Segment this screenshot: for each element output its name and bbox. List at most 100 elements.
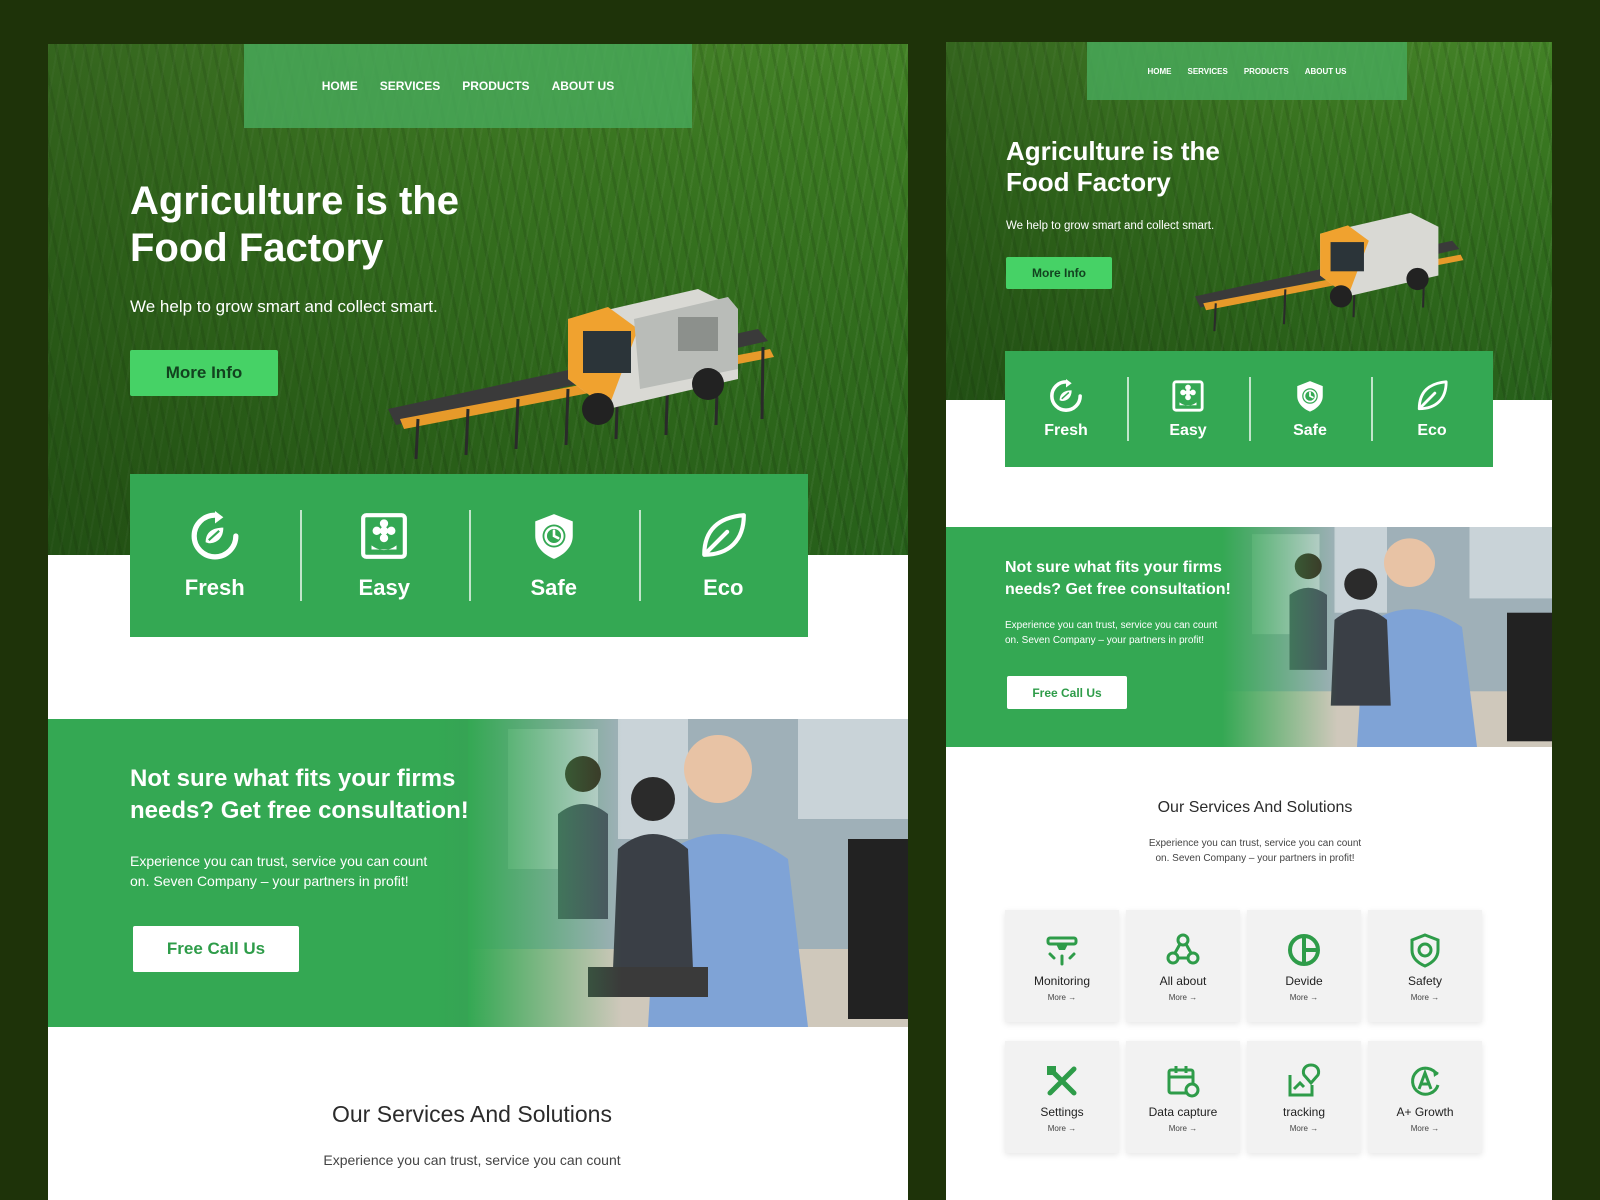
card-label: Safety: [1407, 974, 1443, 988]
service-card-monitoring[interactable]: Monitoring More →: [1005, 910, 1119, 1022]
nav-products[interactable]: PRODUCTS: [1244, 67, 1289, 76]
hero-title: Agriculture is the Food Factory: [130, 178, 459, 272]
card-more-link[interactable]: More →: [1169, 993, 1197, 1002]
feature-safe[interactable]: Safe: [1249, 351, 1371, 467]
service-card-safety[interactable]: Safety More →: [1368, 910, 1482, 1022]
feature-label: Easy: [1169, 421, 1207, 439]
card-more-link[interactable]: More →: [1290, 993, 1318, 1002]
service-card-all-about[interactable]: All about More →: [1126, 910, 1240, 1022]
feature-bar: Fresh Easy Safe Eco: [1005, 351, 1493, 467]
monitoring-icon: [1046, 936, 1078, 966]
hero-title: Agriculture is the Food Factory: [1006, 136, 1220, 197]
nav-home[interactable]: HOME: [1148, 67, 1172, 76]
leaf-icon: [1415, 379, 1449, 413]
card-more-link[interactable]: More →: [1048, 993, 1076, 1002]
flower-box-icon: [1171, 379, 1205, 413]
consultation-title-line2: needs? Get free consultation!: [1005, 580, 1231, 598]
feature-label: Fresh: [1044, 421, 1088, 439]
card-label: A+ Growth: [1396, 1105, 1454, 1119]
tractor-image: [388, 289, 774, 460]
card-more-link[interactable]: More →: [1411, 1124, 1439, 1133]
shield-clock-icon: [529, 511, 579, 561]
nav-home[interactable]: HOME: [322, 79, 358, 93]
hero-title-line1: Agriculture is the: [130, 179, 459, 223]
feature-fresh[interactable]: Fresh: [130, 474, 300, 637]
pie-chart-icon: [1288, 934, 1320, 966]
service-card-settings[interactable]: Settings More →: [1005, 1041, 1119, 1153]
card-label: Settings: [1040, 1105, 1084, 1119]
card-label: All about: [1159, 974, 1207, 988]
consultation-section: Not sure what fits your firms needs? Get…: [48, 719, 908, 1027]
card-more-link[interactable]: More →: [1411, 993, 1439, 1002]
consultation-text-line2: on. Seven Company – your partners in pro…: [130, 873, 409, 890]
feature-safe[interactable]: Safe: [469, 474, 639, 637]
services-text-line1: Experience you can trust, service you ca…: [1148, 838, 1362, 849]
consultation-title-line1: Not sure what fits your firms: [130, 765, 456, 792]
card-label: Monitoring: [1033, 974, 1091, 988]
hero-title-line1: Agriculture is the: [1006, 136, 1220, 166]
feature-label: Safe: [530, 574, 577, 600]
consultation-title-line2: needs? Get free consultation!: [130, 797, 469, 825]
feature-eco[interactable]: Eco: [638, 474, 809, 637]
calendar-refresh-icon: [1167, 1066, 1200, 1098]
consultation-title: Not sure what fits your firms needs? Get…: [1005, 557, 1231, 600]
free-call-button[interactable]: Free Call Us: [133, 926, 299, 972]
consultation-text-line2: on. Seven Company – your partners in pro…: [1005, 634, 1204, 646]
feature-fresh[interactable]: Fresh: [1005, 351, 1127, 467]
feature-label: Easy: [358, 574, 410, 600]
nav-about-us[interactable]: ABOUT US: [552, 79, 615, 93]
grade-growth-icon: [1411, 1066, 1440, 1096]
feature-label: Fresh: [184, 574, 245, 600]
recycle-leaf-icon: [190, 511, 240, 561]
recycle-leaf-icon: [1049, 379, 1083, 413]
leaf-icon: [698, 511, 748, 561]
consultation-text: Experience you can trust, service you ca…: [1005, 619, 1217, 648]
tablet-mockup: HOME SERVICES PRODUCTS ABOUT US Agricult…: [946, 42, 1552, 1200]
feature-bar: Fresh Easy Safe Eco: [130, 474, 808, 637]
shield-icon: [1410, 933, 1440, 968]
location-map-icon: [1288, 1063, 1321, 1097]
network-icon: [1166, 933, 1200, 965]
hero-subtitle: We help to grow smart and collect smart.: [130, 297, 438, 316]
services-text-line2: on. Seven Company – your partners in pro…: [1155, 852, 1355, 864]
card-more-link[interactable]: More →: [1048, 1124, 1076, 1133]
tools-icon: [1047, 1066, 1077, 1096]
service-card-data-capture[interactable]: Data capture More →: [1126, 1041, 1240, 1153]
nav-services[interactable]: SERVICES: [1188, 67, 1228, 76]
feature-eco[interactable]: Eco: [1371, 351, 1493, 467]
hero-title-line2: Food Factory: [130, 226, 384, 271]
feature-label: Safe: [1293, 421, 1327, 439]
feature-label: Eco: [1417, 421, 1447, 439]
card-more-link[interactable]: More →: [1290, 1124, 1318, 1133]
nav-services[interactable]: SERVICES: [380, 79, 440, 93]
consultation-title: Not sure what fits your firms needs? Get…: [130, 763, 469, 828]
call-center-image: [1222, 527, 1552, 747]
feature-label: Eco: [703, 574, 744, 600]
service-card-tracking[interactable]: tracking More →: [1247, 1041, 1361, 1153]
services-title: Our Services And Solutions: [1157, 799, 1353, 816]
more-info-button[interactable]: More Info: [1006, 257, 1112, 289]
hero-subtitle: We help to grow smart and collect smart.: [1006, 220, 1215, 232]
flower-box-icon: [359, 511, 409, 561]
consultation-text-line1: Experience you can trust, service you ca…: [1005, 620, 1218, 631]
services-title: Our Services And Solutions: [332, 1101, 612, 1127]
more-info-button[interactable]: More Info: [130, 350, 278, 396]
nav-about-us[interactable]: ABOUT US: [1305, 67, 1347, 76]
nav-products[interactable]: PRODUCTS: [462, 79, 529, 93]
consultation-text-line1: Experience you can trust, service you ca…: [130, 853, 428, 869]
top-nav: HOME SERVICES PRODUCTS ABOUT US: [244, 44, 692, 128]
consultation-title-line1: Not sure what fits your firms: [1005, 559, 1222, 576]
top-nav: HOME SERVICES PRODUCTS ABOUT US: [1087, 42, 1407, 100]
services-text: Experience you can trust, service you ca…: [323, 1152, 621, 1168]
feature-easy[interactable]: Easy: [1127, 351, 1249, 467]
free-call-button[interactable]: Free Call Us: [1007, 676, 1127, 709]
consultation-text: Experience you can trust, service you ca…: [130, 851, 427, 892]
card-more-link[interactable]: More →: [1169, 1124, 1197, 1133]
card-label: tracking: [1282, 1105, 1326, 1119]
feature-easy[interactable]: Easy: [299, 474, 470, 637]
services-text: Experience you can trust, service you ca…: [946, 837, 1552, 866]
desktop-mockup: HOME SERVICES PRODUCTS ABOUT US Agricult…: [48, 44, 908, 1200]
service-card-devide[interactable]: Devide More →: [1247, 910, 1361, 1022]
service-card-a-plus-growth[interactable]: A+ Growth More →: [1368, 1041, 1482, 1153]
hero-section: HOME SERVICES PRODUCTS ABOUT US Agricult…: [946, 42, 1552, 400]
